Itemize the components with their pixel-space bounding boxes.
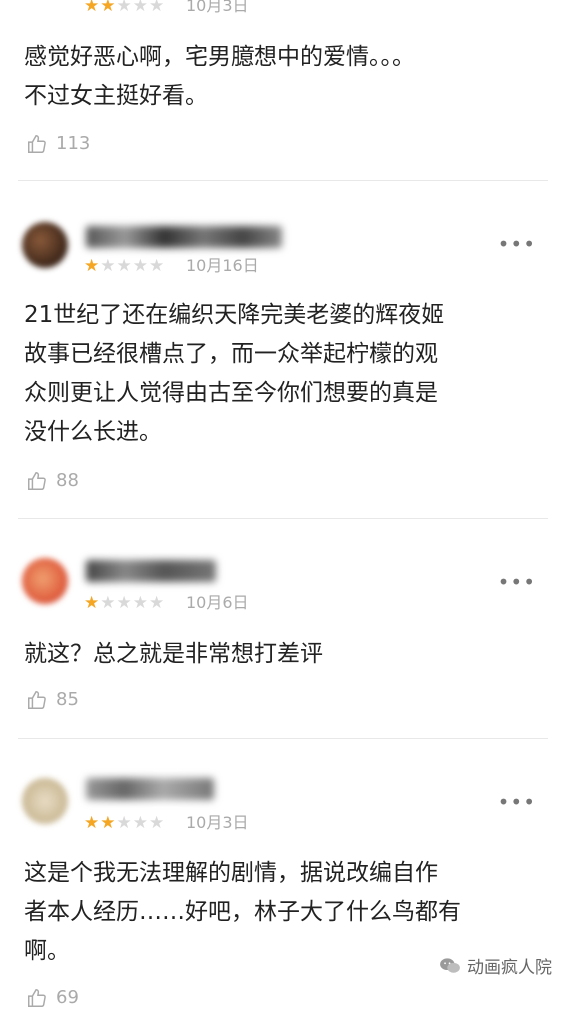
avatar[interactable] — [22, 558, 68, 604]
review-date: 10月3日 — [186, 813, 249, 832]
star-filled-icon: ★ — [100, 813, 117, 833]
star-empty-icon: ★ — [132, 593, 149, 613]
thumbs-up-icon — [28, 989, 46, 1007]
star-empty-icon: ★ — [149, 593, 166, 613]
star-empty-icon: ★ — [116, 256, 133, 276]
review-text-line: 就这？总之就是非常想打差评 — [24, 641, 323, 667]
star-empty-icon: ★ — [116, 813, 133, 833]
username[interactable] — [86, 778, 214, 800]
like-button[interactable]: 88 — [26, 469, 79, 493]
avatar[interactable] — [22, 222, 68, 268]
review-text-line: 没什么长进。 — [24, 419, 162, 445]
username[interactable] — [86, 226, 282, 248]
divider — [18, 180, 548, 181]
review-text-line: 故事已经很槽点了，而一众举起柠檬的观 — [24, 341, 438, 367]
review-text-line: 众则更让人觉得由古至今你们想要的真是 — [24, 380, 438, 406]
star-filled-icon: ★ — [84, 0, 101, 16]
review-text-line: 感觉好恶心啊，宅男臆想中的爱情。。。 — [24, 44, 415, 70]
like-count: 69 — [56, 987, 79, 1008]
star-empty-icon: ★ — [116, 593, 133, 613]
more-dots-icon: ••• — [497, 232, 536, 256]
thumbs-up-icon — [28, 472, 46, 490]
star-rating: ★★★★★ — [84, 256, 165, 276]
watermark: 动画疯人院 — [439, 953, 552, 978]
username[interactable] — [86, 560, 216, 582]
avatar[interactable] — [22, 778, 68, 824]
star-filled-icon: ★ — [84, 256, 101, 276]
star-empty-icon: ★ — [149, 813, 166, 833]
more-options-button[interactable]: ••• — [498, 792, 536, 812]
thumbs-up-icon — [28, 135, 46, 153]
star-filled-icon: ★ — [84, 813, 101, 833]
star-empty-icon: ★ — [116, 0, 133, 16]
like-count: 113 — [56, 133, 91, 154]
star-empty-icon: ★ — [132, 813, 149, 833]
like-button[interactable]: 69 — [26, 986, 79, 1010]
review-text: 感觉好恶心啊，宅男臆想中的爱情。。。 不过女主挺好看。 — [24, 38, 538, 116]
star-filled-icon: ★ — [100, 0, 117, 16]
divider — [18, 518, 548, 519]
watermark-text: 动画疯人院 — [467, 958, 552, 978]
star-rating: ★★★★★ — [84, 0, 165, 16]
more-options-button[interactable]: ••• — [498, 234, 536, 254]
star-empty-icon: ★ — [149, 0, 166, 16]
more-dots-icon: ••• — [497, 790, 536, 814]
review-date: 10月3日 — [186, 0, 249, 15]
star-empty-icon: ★ — [132, 256, 149, 276]
star-empty-icon: ★ — [149, 256, 166, 276]
more-options-button[interactable]: ••• — [498, 572, 536, 592]
wechat-icon — [440, 957, 460, 973]
review-text-line: 21世纪了还在编织天降完美老婆的辉夜姬 — [24, 302, 445, 328]
star-filled-icon: ★ — [84, 593, 101, 613]
thumbs-up-icon — [28, 691, 46, 709]
star-empty-icon: ★ — [100, 593, 117, 613]
like-count: 88 — [56, 470, 79, 491]
like-button[interactable]: 113 — [26, 132, 90, 156]
star-empty-icon: ★ — [132, 0, 149, 16]
review-text-line: 这是个我无法理解的剧情，据说改编自作 — [24, 860, 438, 886]
star-empty-icon: ★ — [100, 256, 117, 276]
more-dots-icon: ••• — [497, 570, 536, 594]
like-button[interactable]: 85 — [26, 688, 79, 712]
review-text: 就这？总之就是非常想打差评 — [24, 635, 538, 674]
review-text-line: 不过女主挺好看。 — [24, 83, 208, 109]
review-date: 10月6日 — [186, 593, 249, 612]
star-rating: ★★★★★ — [84, 813, 165, 833]
divider — [18, 738, 548, 739]
like-count: 85 — [56, 689, 79, 710]
review-text: 21世纪了还在编织天降完美老婆的辉夜姬 故事已经很槽点了，而一众举起柠檬的观 众… — [24, 296, 538, 452]
review-date: 10月16日 — [186, 256, 259, 275]
star-rating: ★★★★★ — [84, 593, 165, 613]
review-text-line: 者本人经历……好吧，林子大了什么鸟都有 — [24, 899, 461, 925]
